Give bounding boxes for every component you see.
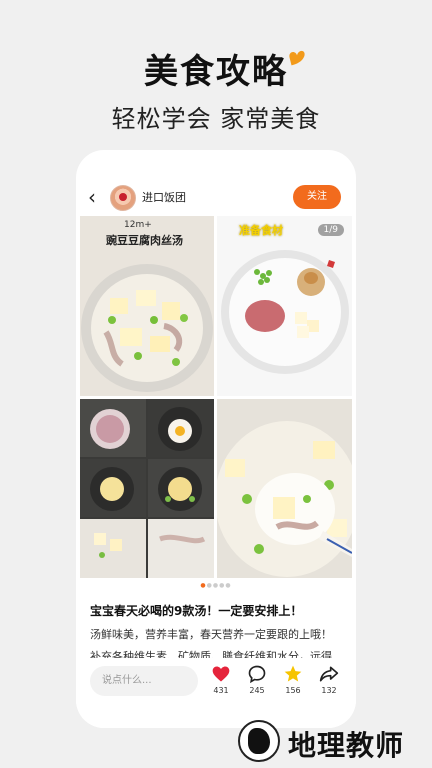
post-header: ‹ 进口饭团 关注 xyxy=(76,182,356,212)
like-count: 431 xyxy=(213,686,229,695)
spoon-soup-illustration xyxy=(217,421,352,577)
promo-title: 美食攻略 xyxy=(144,52,288,92)
heart-decoration-icon xyxy=(289,50,305,66)
steps-photo xyxy=(80,399,214,578)
ingredients-plate-illustration xyxy=(221,250,349,374)
image-collage[interactable]: 12m+ 豌豆豆腐肉丝汤 准备食材 1/9 xyxy=(80,216,352,578)
globe-logo-icon xyxy=(238,720,280,762)
comment-button[interactable]: 245 xyxy=(242,664,272,695)
watermark-text: 地理教师 xyxy=(288,729,405,762)
post-title: 宝宝春天必喝的9款汤！一定要安排上！ xyxy=(90,604,303,618)
username[interactable]: 进口饭团 xyxy=(142,189,186,205)
promo-subtitle: 轻松学会 家常美食 xyxy=(111,105,321,133)
comment-count: 245 xyxy=(249,686,265,695)
image-dish-text: 豌豆豆腐肉丝汤 xyxy=(106,234,183,247)
follow-button[interactable]: 关注 xyxy=(293,185,341,209)
comment-input[interactable]: 说点什么... xyxy=(90,666,198,696)
heart-icon xyxy=(212,666,230,682)
promo-headline: 美食攻略 轻松学会 家常美食 xyxy=(0,44,432,134)
watermark: 地理教师 xyxy=(238,718,424,764)
image-tag-text: 准备食材 xyxy=(239,224,283,237)
back-arrow-icon[interactable]: ‹ xyxy=(88,185,96,209)
spoon-photo xyxy=(217,399,352,578)
share-arrow-icon xyxy=(319,666,339,682)
cooking-steps-illustration xyxy=(80,399,214,578)
comment-bubble-icon xyxy=(248,665,266,684)
image-age-text: 12m+ xyxy=(124,220,152,230)
soup-photo: 12m+ 豌豆豆腐肉丝汤 xyxy=(80,216,214,396)
avatar[interactable] xyxy=(110,185,136,211)
carousel-dots: ●●●●● xyxy=(200,582,232,589)
like-button[interactable]: 431 xyxy=(206,664,236,695)
image-pager: 1/9 xyxy=(317,224,344,236)
share-count: 132 xyxy=(321,686,337,695)
star-icon xyxy=(284,665,302,682)
phone-mockup: ‹ 进口饭团 关注 12m+ 豌豆豆腐肉丝汤 准备食材 1/9 ●●●●● 宝宝… xyxy=(76,150,356,728)
ingredients-photo: 准备食材 1/9 xyxy=(217,216,352,396)
favorite-button[interactable]: 156 xyxy=(278,664,308,695)
favorite-count: 156 xyxy=(285,686,301,695)
share-button[interactable]: 132 xyxy=(314,664,344,695)
